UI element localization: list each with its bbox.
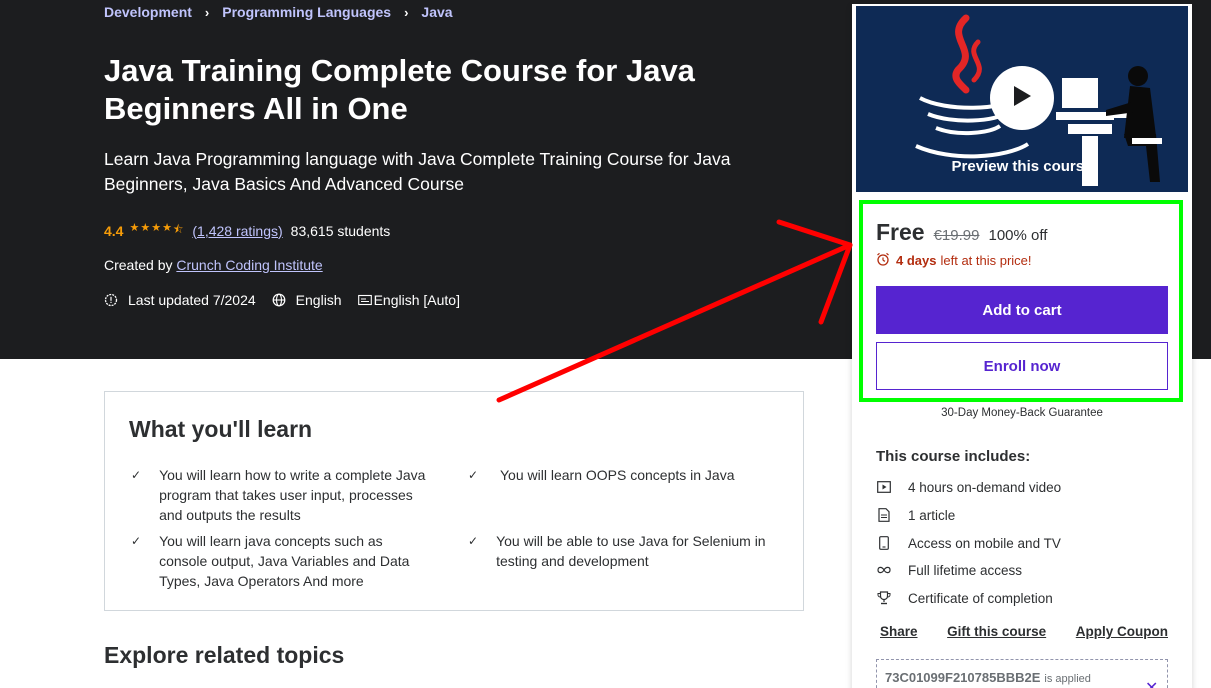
- ratings-count-link[interactable]: (1,428 ratings): [192, 223, 282, 239]
- coupon-code-text: 73C01099F210785BBB2E: [885, 670, 1041, 685]
- timer-days: 4 days: [896, 253, 937, 268]
- students-count: 83,615 students: [290, 222, 391, 239]
- star-rating: ★ ★ ★ ★ ⯪: [129, 221, 184, 240]
- rating-value: 4.4: [104, 222, 124, 239]
- what-youll-learn: What you'll learn ✓ You will learn how t…: [104, 391, 804, 611]
- globe-icon: [272, 293, 286, 307]
- includes-item-label: 1 article: [908, 507, 956, 523]
- breadcrumb-development[interactable]: Development: [104, 4, 192, 20]
- share-link[interactable]: Share: [880, 624, 918, 639]
- language: English: [272, 292, 342, 308]
- includes-item: Certificate of completion: [876, 590, 1053, 606]
- includes-item-label: Full lifetime access: [908, 562, 1023, 578]
- star-icon: ★: [151, 222, 163, 234]
- trophy-icon: [876, 590, 892, 606]
- includes-item-label: Access on mobile and TV: [908, 535, 1061, 551]
- includes-item-label: 4 hours on-demand video: [908, 479, 1062, 495]
- includes-item-label: Certificate of completion: [908, 590, 1053, 606]
- apply-coupon-link[interactable]: Apply Coupon: [1076, 624, 1168, 639]
- rating-row: 4.4 ★ ★ ★ ★ ⯪ (1,428 ratings) 83,615 stu…: [104, 221, 390, 240]
- captions-text: English [Auto]: [373, 292, 460, 308]
- course-title: Java Training Complete Course for Java B…: [104, 53, 695, 126]
- language-text: English: [295, 292, 342, 308]
- check-icon: ✓: [468, 468, 479, 482]
- chevron-right-icon: ›: [404, 4, 409, 20]
- learn-item: ✓ You will learn how to write a complete…: [131, 465, 431, 525]
- learn-item: ✓ You will be able to use Java for Selen…: [468, 531, 768, 571]
- add-to-cart-button[interactable]: Add to cart: [876, 286, 1168, 334]
- learn-title: What you'll learn: [129, 416, 313, 442]
- mobile-icon: [876, 535, 892, 551]
- star-icon: ★: [129, 222, 141, 234]
- article-icon: [876, 507, 892, 523]
- price-row: Free €19.99 100% off: [876, 219, 1047, 246]
- infinity-icon: [876, 562, 892, 578]
- star-icon: ★: [140, 222, 152, 234]
- discount: 100% off: [988, 227, 1048, 244]
- includes-title: This course includes:: [876, 448, 1031, 465]
- video-icon: [876, 479, 892, 495]
- timer-text: left at this price!: [940, 253, 1032, 268]
- star-icon: ★: [162, 222, 173, 234]
- captions: English [Auto]: [357, 292, 460, 308]
- check-icon: ✓: [468, 534, 479, 548]
- play-button[interactable]: [990, 66, 1054, 130]
- remove-coupon-icon[interactable]: ✕: [1145, 678, 1158, 688]
- learn-item-text: You will learn how to write a complete J…: [159, 467, 426, 523]
- learn-item-text: You will learn java concepts such as con…: [159, 533, 410, 589]
- applied-coupon: 73C01099F210785BBB2Eis applied ✕: [876, 659, 1168, 688]
- includes-item: Full lifetime access: [876, 562, 1022, 578]
- original-price: €19.99: [933, 227, 980, 244]
- chevron-right-icon: ›: [204, 4, 210, 20]
- gift-course-link[interactable]: Gift this course: [947, 624, 1046, 639]
- breadcrumb-java[interactable]: Java: [421, 4, 452, 20]
- preview-label: Preview this course: [951, 158, 1093, 175]
- purchase-sidebar: Preview this course Free €19.99 100% off…: [852, 4, 1192, 688]
- last-updated-text: Last updated 7/2024: [128, 292, 256, 308]
- coupon-applied-text: is applied: [1044, 673, 1091, 685]
- includes-item: Access on mobile and TV: [876, 535, 1061, 551]
- explore-related-topics-title: Explore related topics: [104, 642, 345, 668]
- coupon-code: 73C01099F210785BBB2E is applied: [885, 670, 1091, 685]
- play-icon: [1011, 84, 1033, 113]
- money-back-guarantee: 30-Day Money-Back Guarantee: [941, 407, 1103, 419]
- course-preview[interactable]: Preview this course: [856, 6, 1188, 192]
- alert-badge-icon: [104, 293, 118, 307]
- price-timer: 4 days left at this price!: [876, 252, 1032, 269]
- learn-item: ✓ You will learn OOPS concepts in Java: [468, 465, 788, 485]
- learn-item: ✓ You will learn java concepts such as c…: [131, 531, 431, 591]
- alarm-clock-icon: [876, 252, 890, 269]
- learn-item-text: You will learn OOPS concepts in Java: [500, 467, 735, 483]
- course-subtitle: Learn Java Programming language with Jav…: [104, 149, 731, 194]
- includes-item: 1 article: [876, 507, 955, 523]
- star-half-icon: ⯪: [172, 224, 185, 236]
- breadcrumb: Development › Programming Languages › Ja…: [104, 4, 453, 20]
- learn-item-text: You will be able to use Java for Seleniu…: [496, 533, 766, 569]
- current-price: Free: [876, 219, 925, 245]
- breadcrumb-programming-languages[interactable]: Programming Languages: [222, 4, 391, 20]
- last-updated: Last updated 7/2024: [104, 292, 256, 308]
- course-meta: Last updated 7/2024 English English [Aut…: [104, 292, 476, 308]
- captions-icon: [357, 293, 372, 307]
- check-icon: ✓: [131, 534, 142, 548]
- sidebar-links: Share Gift this course Apply Coupon: [880, 624, 1168, 639]
- created-by: Created by Crunch Coding Institute: [104, 257, 323, 273]
- includes-item: 4 hours on-demand video: [876, 479, 1061, 495]
- instructor-link[interactable]: Crunch Coding Institute: [176, 257, 322, 273]
- enroll-now-button[interactable]: Enroll now: [876, 342, 1168, 390]
- created-by-label: Created by: [104, 257, 173, 273]
- check-icon: ✓: [131, 468, 142, 482]
